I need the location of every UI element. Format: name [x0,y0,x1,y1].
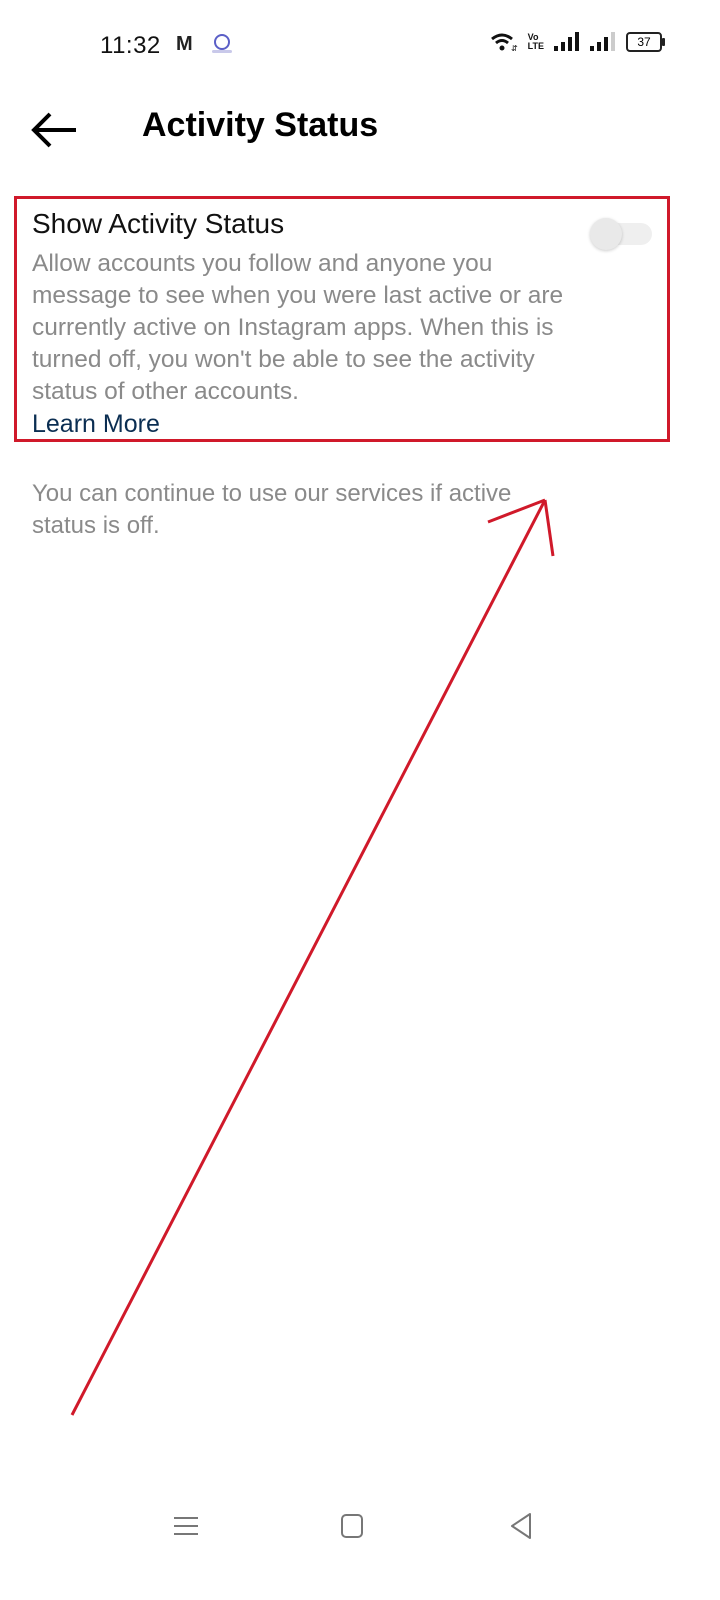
page-title: Activity Status [142,106,379,144]
home-icon[interactable] [334,1508,370,1544]
toggle-thumb [590,218,622,250]
setting-title: Show Activity Status [32,208,285,239]
nav-back-icon[interactable] [504,1508,540,1544]
system-icons: ⇵ Vo LTE 37 [490,32,665,52]
status-bar: 11:32 M ⇵ Vo LTE 37 [0,0,720,90]
signal-icon-2 [590,32,616,52]
lens-icon [212,34,232,53]
learn-more-link[interactable]: Learn More [32,410,160,439]
volte-bottom: LTE [527,41,544,51]
footnote-text: You can continue to use our services if … [32,480,512,539]
wifi-icon: ⇵ [490,32,518,52]
setting-description: Allow accounts you follow and anyone you… [32,250,564,405]
header: Activity Status [0,90,720,170]
battery-icon: 37 [626,32,665,52]
svg-text:⇵: ⇵ [511,44,518,52]
status-time: 11:32 [100,32,161,59]
back-arrow-icon[interactable] [30,110,80,150]
menu-icon[interactable] [168,1508,204,1544]
gmail-icon: M [176,33,193,55]
signal-icon [554,32,580,52]
activity-status-toggle[interactable] [590,218,652,250]
arrow-shaft [70,499,547,1416]
volte-icon: Vo LTE [528,33,544,51]
navigation-bar [0,1490,720,1560]
